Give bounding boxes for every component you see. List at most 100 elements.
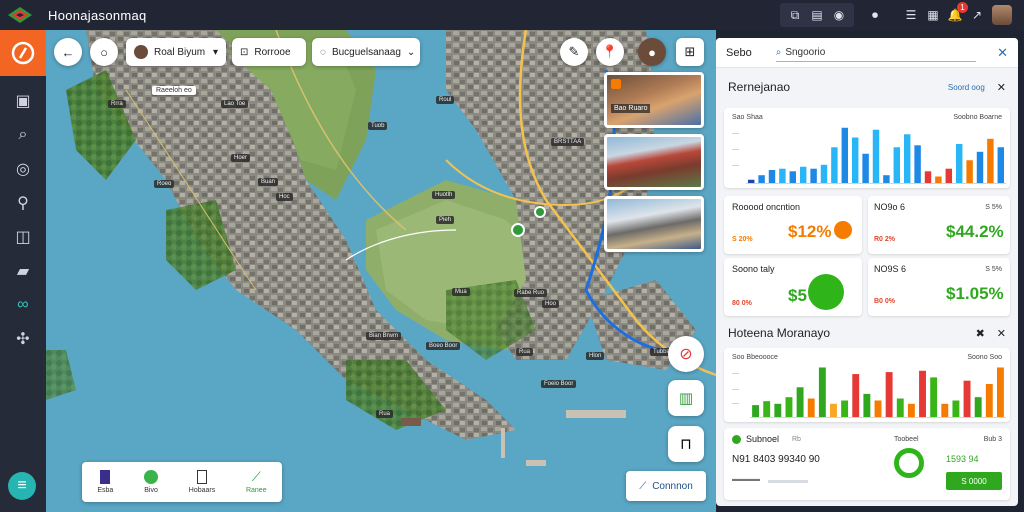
chart-bar[interactable]: [758, 175, 765, 183]
map-tag[interactable]: Hoer: [231, 154, 251, 162]
chart-bar[interactable]: [774, 403, 782, 417]
kpi-card[interactable]: Rooood oncntion $12% S 20%: [724, 196, 862, 254]
chart-bar[interactable]: [747, 179, 755, 183]
chart-bar[interactable]: [799, 166, 807, 183]
chart-bar[interactable]: [941, 403, 949, 417]
close-icon[interactable]: ✕: [997, 327, 1006, 340]
chart-bar[interactable]: [862, 153, 869, 183]
chart-bar[interactable]: [896, 398, 904, 417]
share-icon[interactable]: ↗: [966, 4, 988, 26]
chart-bar[interactable]: [852, 374, 860, 417]
chart-bar[interactable]: [863, 393, 871, 417]
chart-bar[interactable]: [955, 144, 963, 183]
chart-bar[interactable]: [945, 168, 953, 183]
chart-bar[interactable]: [872, 129, 880, 183]
layers-button[interactable]: ▥: [668, 380, 704, 416]
chart-bar[interactable]: [851, 137, 859, 183]
sidebar-item-dashboard[interactable]: ▣: [0, 84, 46, 118]
edit-tool-button[interactable]: ✎: [560, 38, 588, 66]
bookmark-button[interactable]: ⊓: [668, 426, 704, 462]
map-tag[interactable]: Foeio Boor: [541, 380, 577, 388]
map-tag[interactable]: BRSTTAA: [551, 138, 585, 146]
chart-bar[interactable]: [807, 398, 815, 417]
draw-tool-button[interactable]: ⊘: [668, 336, 704, 372]
map-tag[interactable]: Hoo: [542, 300, 560, 308]
map-tag[interactable]: Rua: [376, 410, 394, 418]
chart-bar[interactable]: [818, 367, 826, 417]
sidebar-item-folders[interactable]: ▰: [0, 254, 46, 288]
legend-item[interactable]: Esba: [97, 470, 113, 494]
map-tag[interactable]: Hoc: [276, 193, 293, 201]
user-avatar[interactable]: [992, 5, 1012, 25]
profile-button[interactable]: ●: [638, 38, 666, 66]
map-tag[interactable]: Rua: [516, 348, 534, 356]
map-tag[interactable]: Roul: [436, 96, 455, 104]
map-view[interactable]: Raeeloh eo Rrra Lao Toe Hoer Roeo Buan H…: [46, 30, 716, 512]
map-tag[interactable]: Huotlh: [432, 191, 456, 199]
map-tag[interactable]: Bian Brwm: [366, 332, 402, 340]
map-tag[interactable]: Hlon: [586, 352, 605, 360]
map-tag[interactable]: Mua: [452, 288, 470, 296]
close-icon[interactable]: ✕: [997, 81, 1006, 94]
pin-icon[interactable]: ✖: [976, 327, 985, 340]
chart-bar[interactable]: [796, 387, 804, 417]
map-tag[interactable]: Buan: [258, 178, 279, 186]
chart-bar[interactable]: [966, 160, 973, 183]
chart-bar[interactable]: [997, 147, 1005, 183]
chart-bar[interactable]: [963, 380, 971, 417]
chart-bar[interactable]: [874, 400, 882, 417]
chart-bar[interactable]: [885, 372, 893, 417]
sidebar-item-settings[interactable]: ✣: [0, 322, 46, 356]
sidebar-item-reports[interactable]: ◫: [0, 220, 46, 254]
chart-bar[interactable]: [919, 370, 926, 417]
chart-bar[interactable]: [763, 401, 771, 417]
chart-bar[interactable]: [810, 168, 817, 183]
panel-search-input[interactable]: ⌕ Sngoorio: [775, 44, 976, 62]
chart-bar[interactable]: [752, 405, 760, 417]
chart-bar[interactable]: [996, 367, 1004, 417]
connect-button[interactable]: ⟋ Connnon: [626, 471, 706, 501]
map-tag[interactable]: Rabe Ruo: [514, 289, 548, 297]
chart-bar[interactable]: [952, 400, 960, 417]
map-tag[interactable]: Pieh: [436, 216, 455, 224]
close-icon[interactable]: ✕: [997, 45, 1008, 61]
legend-item[interactable]: Bivo: [144, 470, 159, 494]
map-tag[interactable]: Roeo: [154, 180, 175, 188]
sidebar-item-links[interactable]: ∞: [0, 288, 46, 322]
sidebar-item-search[interactable]: ⌕: [0, 118, 46, 152]
chart-bar[interactable]: [779, 168, 786, 183]
apps-icon[interactable]: ▦: [922, 4, 944, 26]
kpi-card[interactable]: Soono taly $5 80 0%: [724, 258, 862, 316]
chart-bar[interactable]: [974, 397, 982, 417]
chart-bar[interactable]: [935, 176, 942, 183]
filter-button[interactable]: ⊡ Rorrooe: [232, 38, 306, 66]
back-button[interactable]: ←: [54, 38, 82, 66]
pin-button[interactable]: 📍: [596, 38, 624, 66]
map-tag[interactable]: Rrra: [108, 100, 126, 108]
legend-item[interactable]: ⟋ Ranee: [246, 470, 267, 495]
brand-icon[interactable]: [0, 30, 46, 76]
chart-bar[interactable]: [841, 127, 849, 183]
chart-bar[interactable]: [987, 138, 994, 183]
grid-icon[interactable]: ▤: [806, 4, 828, 26]
chart-bar[interactable]: [820, 164, 828, 183]
help-button[interactable]: ≡: [8, 472, 36, 500]
sidebar-item-find[interactable]: ⚲: [0, 186, 46, 220]
category-select[interactable]: ◌ Bucguelsanaag ⌄: [312, 38, 420, 66]
map-tag[interactable]: Lao Toe: [221, 100, 249, 108]
record-icon[interactable]: ⏺: [864, 4, 886, 26]
legend-item[interactable]: Hobaars: [189, 470, 215, 494]
section-link[interactable]: Soord oog: [948, 83, 985, 92]
chart-bar[interactable]: [976, 151, 984, 183]
photo-thumbnail[interactable]: Bao Ruaro: [604, 72, 704, 128]
photo-thumbnail[interactable]: [604, 134, 704, 190]
chart-bar[interactable]: [841, 400, 849, 417]
chart-bar[interactable]: [893, 147, 901, 183]
sidebar-item-explore[interactable]: ◎: [0, 152, 46, 186]
chart-bar[interactable]: [785, 397, 793, 417]
chart-bar[interactable]: [831, 147, 838, 183]
map-tag[interactable]: Tuob: [368, 122, 388, 130]
chart-bar[interactable]: [883, 175, 890, 183]
photo-thumbnail[interactable]: [604, 196, 704, 252]
chart-bar[interactable]: [789, 171, 797, 183]
